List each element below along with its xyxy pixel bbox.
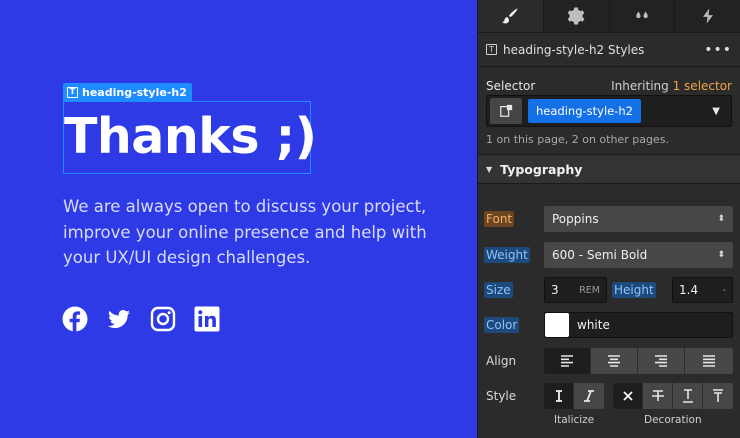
heading-text[interactable]: Thanks ;): [64, 104, 317, 170]
tab-interactions[interactable]: [610, 0, 676, 32]
size-unit[interactable]: REM: [579, 285, 600, 296]
height-value: 1.4: [679, 283, 699, 297]
bolt-icon: [702, 8, 713, 24]
align-control: [544, 348, 733, 374]
overline-icon: [713, 389, 723, 402]
text-element-icon: T: [67, 86, 78, 98]
no-decoration-button[interactable]: [613, 383, 643, 409]
section-title: Typography: [500, 161, 583, 177]
strikethrough-button[interactable]: [643, 383, 673, 409]
align-justify-button[interactable]: [685, 348, 733, 374]
size-input[interactable]: 3 REM: [544, 277, 607, 303]
italic-button[interactable]: [574, 383, 604, 409]
selector-field[interactable]: heading-style-h2 ▼: [486, 95, 732, 127]
height-input[interactable]: 1.4 -: [672, 277, 733, 303]
tab-effects[interactable]: [675, 0, 740, 32]
size-value: 3: [551, 283, 559, 297]
collapse-triangle-icon: ▼: [486, 164, 493, 174]
add-class-icon[interactable]: [490, 98, 522, 124]
italic-icon: [584, 390, 594, 402]
align-center-icon: [608, 355, 620, 367]
instagram-icon[interactable]: [150, 306, 176, 332]
style-label: Style: [486, 389, 517, 403]
styles-header: T heading-style-h2 Styles •••: [478, 33, 740, 67]
brush-icon: [502, 8, 519, 24]
align-left-icon: [561, 355, 573, 367]
panel-tabs: [478, 0, 740, 33]
selected-element-label: heading-style-h2: [82, 85, 187, 99]
weight-label[interactable]: Weight: [484, 247, 530, 263]
up-down-icon: ⬍: [717, 249, 725, 260]
usage-info: 1 on this page, 2 on other pages.: [486, 133, 669, 146]
styles-title: heading-style-h2 Styles: [503, 42, 645, 57]
color-label[interactable]: Color: [484, 317, 520, 333]
overline-button[interactable]: [703, 383, 733, 409]
underline-icon: [682, 389, 693, 403]
text-element-icon: T: [486, 44, 497, 55]
gear-icon: [567, 7, 585, 25]
social-links: [62, 306, 220, 332]
color-swatch[interactable]: [545, 313, 569, 337]
align-justify-icon: [703, 355, 715, 367]
design-canvas[interactable]: T heading-style-h2 Thanks ;) We are alwa…: [0, 0, 477, 438]
font-select[interactable]: Poppins ⬍: [544, 206, 733, 232]
style-panel: T heading-style-h2 Styles ••• Selector I…: [477, 0, 740, 438]
color-field[interactable]: white: [544, 312, 733, 338]
font-label[interactable]: Font: [484, 211, 515, 227]
weight-value: 600 - Semi Bold: [552, 248, 648, 262]
selector-row: Selector Inheriting 1 selector: [478, 67, 740, 95]
font-value: Poppins: [552, 212, 599, 226]
height-unit[interactable]: -: [723, 285, 726, 296]
selector-label: Selector: [486, 79, 536, 93]
italicize-caption: Italicize: [554, 414, 595, 426]
align-right-icon: [655, 355, 667, 367]
align-center-button[interactable]: [591, 348, 638, 374]
decoration-control: [613, 383, 733, 409]
twitter-icon[interactable]: [106, 306, 132, 332]
linkedin-icon[interactable]: [194, 306, 220, 332]
chevron-down-icon[interactable]: ▼: [712, 106, 720, 117]
underline-button[interactable]: [673, 383, 703, 409]
regular-button[interactable]: [544, 383, 574, 409]
close-icon: [622, 391, 633, 401]
weight-select[interactable]: 600 - Semi Bold ⬍: [544, 242, 733, 268]
facebook-icon[interactable]: [62, 306, 88, 332]
tab-style[interactable]: [478, 0, 544, 32]
italicize-control: [544, 383, 604, 409]
strikethrough-icon: [651, 390, 664, 401]
up-down-icon: ⬍: [717, 213, 725, 224]
height-label[interactable]: Height: [612, 282, 656, 298]
tab-settings[interactable]: [544, 0, 610, 32]
inheriting-prefix: Inheriting: [611, 79, 669, 93]
align-label: Align: [486, 354, 517, 368]
drops-icon: [636, 11, 648, 19]
decoration-caption: Decoration: [644, 414, 702, 426]
more-options-icon[interactable]: •••: [704, 42, 732, 58]
body-paragraph[interactable]: We are always open to discuss your proje…: [63, 194, 463, 271]
align-right-button[interactable]: [638, 348, 685, 374]
regular-i-icon: [555, 390, 562, 402]
align-left-button[interactable]: [544, 348, 591, 374]
selected-element-tag: T heading-style-h2: [63, 83, 192, 101]
typography-section-header[interactable]: ▼ Typography: [478, 154, 740, 184]
size-label[interactable]: Size: [484, 282, 513, 298]
color-value: white: [577, 318, 610, 332]
inheriting-count-link[interactable]: 1 selector: [673, 79, 732, 93]
selector-chip[interactable]: heading-style-h2: [528, 99, 641, 123]
inheriting-info: Inheriting 1 selector: [611, 79, 732, 95]
